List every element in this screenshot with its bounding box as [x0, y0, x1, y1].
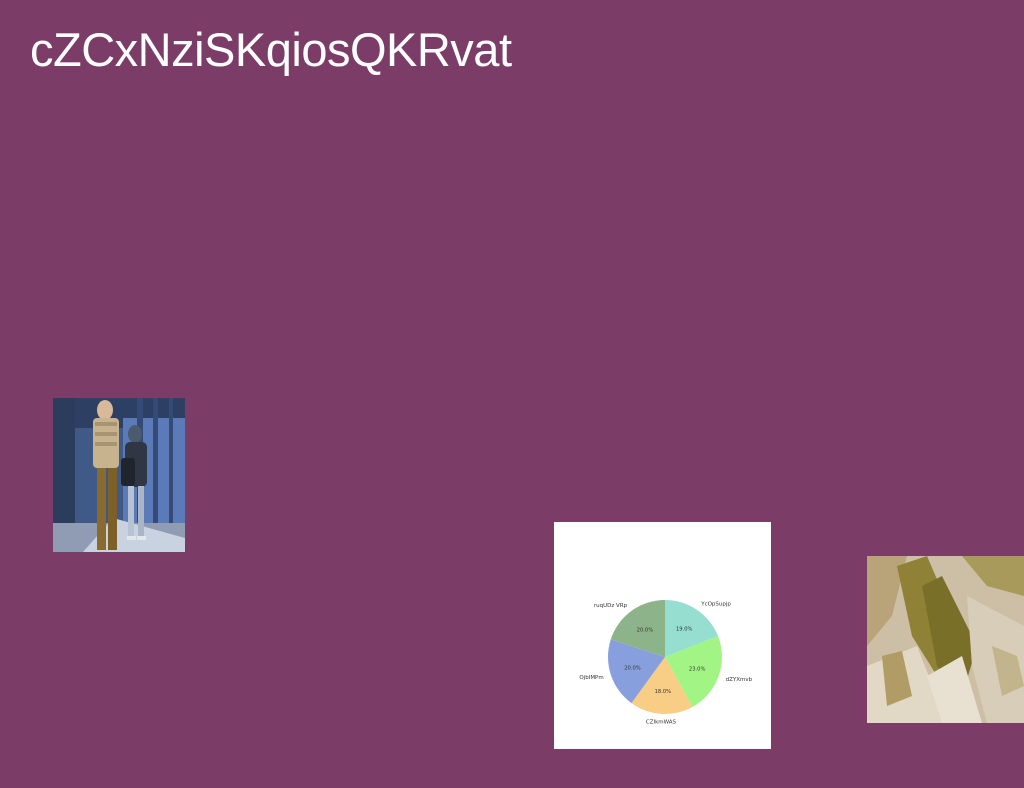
page-title: cZCxNziSKqiosQKRvat — [30, 23, 512, 76]
pie-chart: 19.0% 23.0% 18.0% 20.0% 20.0% YcOpSupjp dZYXm… — [579, 600, 753, 725]
terrain-photo — [867, 556, 1024, 723]
pie-slice-percent: 20.0% — [637, 627, 654, 633]
pie-slice-label: dZYXmvb — [726, 677, 753, 683]
pie-slice-percent: 19.0% — [676, 627, 693, 633]
pie-slice-label: OjbIMPm — [579, 675, 603, 681]
pie-slice-label: ruqUDz VRp — [594, 603, 628, 609]
terrain-photo-image — [867, 556, 1024, 723]
people-photo — [53, 398, 185, 552]
pie-slice-percent: 18.0% — [655, 689, 672, 695]
pie-slice-label: YcOpSupjp — [700, 602, 731, 608]
people-photo-image — [53, 398, 185, 552]
pie-slice-percent: 20.0% — [624, 666, 641, 672]
pie-slice-percent: 23.0% — [689, 667, 706, 673]
pie-chart-card: 19.0% 23.0% 18.0% 20.0% 20.0% YcOpSupjp dZYXm… — [554, 522, 771, 749]
pie-slice-label: CZIkmWAS — [646, 719, 677, 725]
